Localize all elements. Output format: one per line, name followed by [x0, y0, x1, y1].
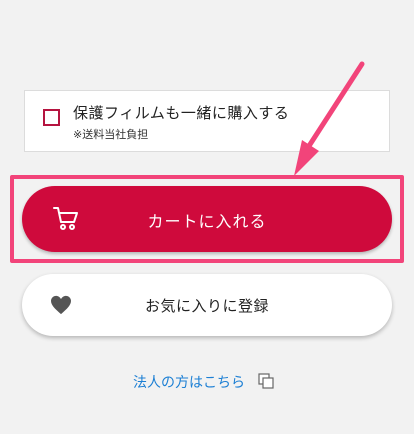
- add-to-favorites-button[interactable]: お気に入りに登録: [22, 274, 392, 336]
- add-to-cart-label: カートに入れる: [147, 212, 267, 231]
- film-option-label[interactable]: 保護フィルムも一緒に購入する: [73, 102, 289, 123]
- add-to-favorites-label: お気に入りに登録: [144, 297, 269, 315]
- copy-icon[interactable]: [258, 373, 274, 389]
- add-to-cart-button[interactable]: カートに入れる: [22, 186, 392, 252]
- corporate-customer-link[interactable]: 法人の方はこちら: [133, 372, 245, 392]
- film-option-box: 保護フィルムも一緒に購入する ※送料当社負担: [24, 90, 390, 152]
- film-checkbox[interactable]: [43, 109, 60, 126]
- film-option-note: ※送料当社負担: [73, 128, 149, 141]
